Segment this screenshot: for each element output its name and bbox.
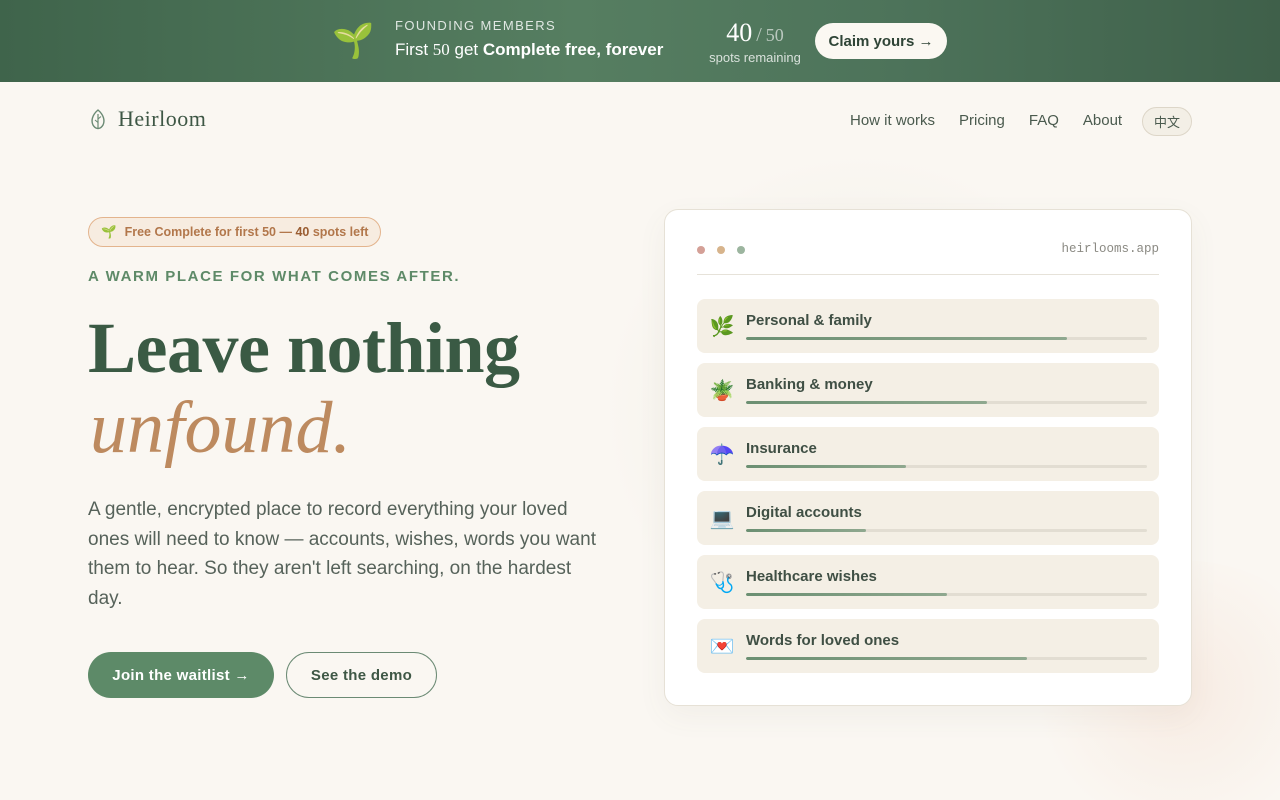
category-label: Digital accounts bbox=[746, 504, 862, 521]
hero-description: A gentle, encrypted place to record ever… bbox=[88, 499, 596, 609]
category-progress-fill bbox=[746, 529, 867, 532]
category-label: Personal & family bbox=[746, 312, 872, 329]
category-item[interactable]: 🌿 Personal & family bbox=[697, 299, 1159, 353]
logo-text: Heirloom bbox=[118, 106, 207, 131]
spots-separator: / bbox=[756, 24, 762, 46]
category-item[interactable]: 🩺 Healthcare wishes bbox=[697, 555, 1159, 609]
category-progress-fill bbox=[746, 465, 907, 468]
spots-count-value: 40 bbox=[726, 18, 753, 47]
laptop-icon: 💻 bbox=[709, 506, 735, 530]
banner-offer-number: 50 bbox=[432, 40, 450, 59]
language-toggle[interactable]: 中文 bbox=[1142, 107, 1192, 136]
banner-offer-prefix: First bbox=[395, 40, 433, 59]
sprout-icon: 🌱 bbox=[101, 224, 117, 239]
category-label: Healthcare wishes bbox=[746, 568, 877, 585]
founding-spots-pill: 🌱 Free Complete for first 50 — 40 spots … bbox=[88, 217, 382, 247]
category-progress-fill bbox=[746, 337, 1067, 340]
category-progress-fill bbox=[746, 593, 947, 596]
preview-divider bbox=[697, 274, 1159, 275]
nav-pricing[interactable]: Pricing bbox=[959, 112, 1005, 129]
banner-offer-highlight: Complete free, forever bbox=[482, 40, 664, 59]
window-dot bbox=[737, 246, 745, 254]
potted-plant-icon: 🪴 bbox=[709, 378, 735, 402]
spots-remaining: 40 / 50 spots remaining bbox=[700, 18, 810, 65]
category-progress-fill bbox=[746, 657, 1027, 660]
window-dot bbox=[717, 246, 725, 254]
category-progress-track bbox=[746, 465, 1147, 468]
category-progress-track bbox=[746, 593, 1147, 596]
hero-headline-accent: unfound. bbox=[90, 387, 352, 469]
category-progress-fill bbox=[746, 401, 987, 404]
stethoscope-icon: 🩺 bbox=[709, 570, 735, 594]
spots-total-value: 50 bbox=[765, 25, 784, 45]
founding-members-banner: 🌱 FOUNDING MEMBERS First 50 get Complete… bbox=[0, 0, 1280, 82]
category-item[interactable]: 💻 Digital accounts bbox=[697, 491, 1159, 545]
hero-headline: Leave nothing bbox=[88, 308, 520, 388]
see-demo-button[interactable]: See the demo bbox=[286, 652, 437, 698]
category-label: Insurance bbox=[746, 440, 817, 457]
category-label: Banking & money bbox=[746, 376, 873, 393]
herb-icon: 🌿 bbox=[709, 314, 735, 338]
category-item[interactable]: 💌 Words for loved ones bbox=[697, 619, 1159, 673]
join-waitlist-button[interactable]: Join the waitlist → bbox=[88, 652, 274, 698]
spots-count: 40 / 50 bbox=[700, 18, 810, 48]
category-item[interactable]: 🪴 Banking & money bbox=[697, 363, 1159, 417]
app-preview-card: heirlooms.app 🌿 Personal & family 🪴 Banking… bbox=[664, 209, 1192, 706]
nav-how-it-works[interactable]: How it works bbox=[850, 112, 935, 129]
banner-offer-text: First 50 get Complete free, forever bbox=[395, 40, 663, 60]
category-progress-track bbox=[746, 529, 1147, 532]
category-progress-track bbox=[746, 337, 1147, 340]
category-progress-track bbox=[746, 657, 1147, 660]
love-letter-icon: 💌 bbox=[709, 634, 735, 658]
logo[interactable]: Heirloom bbox=[88, 106, 206, 132]
banner-kicker: FOUNDING MEMBERS bbox=[395, 18, 557, 33]
umbrella-icon: ☂️ bbox=[709, 442, 735, 466]
category-label: Words for loved ones bbox=[746, 632, 900, 649]
window-dot bbox=[697, 246, 705, 254]
pill-prefix: Free Complete for first 50 — bbox=[124, 225, 296, 239]
pill-text: Free Complete for first 50 — 40 spots le… bbox=[125, 225, 369, 239]
preview-url: heirlooms.app bbox=[1061, 242, 1159, 256]
pill-suffix: spots left bbox=[309, 225, 369, 239]
leaf-logo-icon bbox=[91, 109, 105, 130]
category-item[interactable]: ☂️ Insurance bbox=[697, 427, 1159, 481]
banner-offer-mid: get bbox=[449, 40, 483, 59]
pill-count: 40 bbox=[295, 225, 310, 239]
hero-eyebrow: A WARM PLACE FOR WHAT COMES AFTER. bbox=[88, 268, 461, 285]
main-nav: How it works Pricing FAQ About bbox=[850, 112, 1146, 129]
sprout-icon: 🌱 bbox=[332, 22, 375, 60]
nav-faq[interactable]: FAQ bbox=[1029, 112, 1059, 129]
nav-about[interactable]: About bbox=[1083, 112, 1122, 129]
spots-label: spots remaining bbox=[709, 50, 801, 65]
window-dots bbox=[697, 246, 745, 254]
category-list: 🌿 Personal & family 🪴 Banking & money ☂️ Insu… bbox=[697, 299, 1159, 683]
category-progress-track bbox=[746, 401, 1147, 404]
claim-yours-button[interactable]: Claim yours → bbox=[815, 23, 947, 59]
